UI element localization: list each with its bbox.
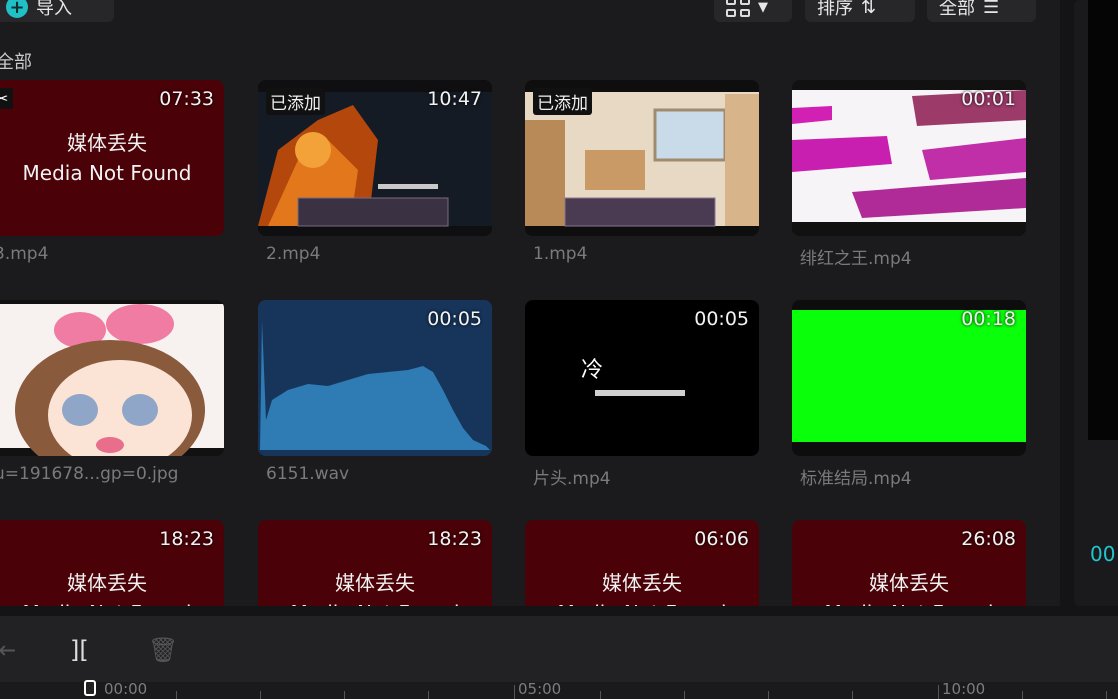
- missing-text-cn: 媒体丢失: [335, 571, 415, 595]
- ruler-label: 05:00: [518, 680, 562, 698]
- filter-label: 全部: [939, 0, 975, 19]
- media-card-missing[interactable]: 26:08 媒体丢失 Media Not Found: [792, 520, 1026, 606]
- section-title: 全部: [0, 52, 32, 73]
- playhead-handle[interactable]: [84, 680, 96, 696]
- media-card-jpg[interactable]: [0, 300, 224, 456]
- missing-text-cn: 媒体丢失: [67, 131, 147, 155]
- missing-text-cn: 媒体丢失: [869, 571, 949, 595]
- missing-text-en: Media Not Found: [22, 161, 192, 185]
- media-name: 6151.wav: [266, 464, 350, 484]
- missing-text-en: Media Not Found: [792, 598, 1026, 606]
- preview-canvas: [1088, 0, 1118, 440]
- ruler-tick: [428, 691, 429, 699]
- image-thumbnail: [0, 300, 224, 456]
- media-card-2mp4[interactable]: 已添加 10:47: [258, 80, 492, 236]
- media-card-opening[interactable]: 冷 00:05: [525, 300, 759, 456]
- missing-text-cn: 媒体丢失: [67, 571, 147, 595]
- scissors-icon: ✂: [0, 88, 14, 109]
- media-card-3mp4[interactable]: ✂ 07:33 媒体丢失 Media Not Found: [0, 80, 224, 236]
- plus-icon: +: [6, 0, 28, 18]
- duration: 06:06: [694, 528, 749, 550]
- media-name: 片头.mp4: [533, 469, 611, 489]
- ruler-tick: [176, 691, 177, 699]
- media-card-wav[interactable]: 00:05: [258, 300, 492, 456]
- import-label: 导入: [36, 0, 72, 19]
- media-name: 1.mp4: [533, 244, 588, 264]
- delete-icon[interactable]: 🗑: [148, 636, 178, 664]
- ruler-tick: [768, 691, 769, 699]
- media-card-missing[interactable]: 18:23 媒体丢失 Media Not Found: [258, 520, 492, 606]
- thumbnail-caption: [595, 390, 685, 396]
- chevron-down-icon: ▼: [758, 0, 768, 15]
- sort-icon: ⇅: [861, 0, 877, 18]
- ruler-label: 00:00: [104, 680, 148, 698]
- ruler-tick: [600, 691, 601, 699]
- ruler-tick: [1106, 691, 1107, 699]
- media-name: 3.mp4: [0, 244, 49, 264]
- undo-icon[interactable]: ⇤: [0, 636, 16, 664]
- preview-timecode: 00: [1090, 542, 1116, 566]
- missing-text-cn: 媒体丢失: [602, 571, 682, 595]
- split-icon[interactable]: ][: [70, 636, 89, 664]
- ruler-tick: [938, 685, 939, 699]
- media-name: 绯红之王.mp4: [800, 249, 912, 269]
- import-button[interactable]: + 导入: [0, 0, 114, 22]
- media-card-ending[interactable]: 00:18: [792, 300, 1026, 456]
- grid-view-icon: [726, 0, 750, 17]
- duration: 07:33: [159, 88, 214, 110]
- ruler-tick: [514, 685, 515, 699]
- ruler-tick: [344, 691, 345, 699]
- media-name: 标准结局.mp4: [800, 469, 912, 489]
- ruler-tick: [684, 691, 685, 699]
- duration: 26:08: [961, 528, 1016, 550]
- duration: 00:05: [427, 308, 482, 330]
- ruler-tick: [1022, 691, 1023, 699]
- sort-button[interactable]: 排序 ⇅: [805, 0, 915, 22]
- media-name: 2.mp4: [266, 244, 321, 264]
- timeline-toolbar: ⇤ ][ 🗑: [0, 616, 1118, 682]
- timeline-ruler[interactable]: 00:00 05:00 10:00: [0, 680, 1118, 699]
- duration: 18:23: [427, 528, 482, 550]
- ruler-tick: [852, 691, 853, 699]
- ruler-tick: [260, 691, 261, 699]
- sort-label: 排序: [817, 0, 853, 19]
- preview-panel: 00: [1074, 0, 1118, 606]
- filter-icon: ☰: [983, 0, 1000, 18]
- ruler-label: 10:00: [942, 680, 986, 698]
- media-card-missing[interactable]: 06:06 媒体丢失 Media Not Found: [525, 520, 759, 606]
- thumbnail-text: 冷: [581, 358, 604, 383]
- added-badge: 已添加: [266, 88, 325, 115]
- duration: 00:05: [694, 308, 749, 330]
- duration: 10:47: [427, 88, 482, 110]
- missing-text-en: Media Not Found: [258, 598, 492, 606]
- media-panel: + 导入 ▼ 排序 ⇅ 全部 ☰ 全部 ✂ 07:33 媒体丢失 Media N…: [0, 0, 1060, 606]
- view-mode-button[interactable]: ▼: [714, 0, 792, 22]
- media-name: u=191678...gp=0.jpg: [0, 464, 179, 484]
- added-badge: 已添加: [533, 88, 592, 115]
- missing-text-en: Media Not Found: [0, 598, 224, 606]
- duration: 18:23: [159, 528, 214, 550]
- missing-text-en: Media Not Found: [525, 598, 759, 606]
- duration: 00:01: [961, 88, 1016, 110]
- media-card-crimson[interactable]: 00:01: [792, 80, 1026, 236]
- media-card-1mp4[interactable]: 已添加: [525, 80, 759, 236]
- media-card-missing[interactable]: 18:23 媒体丢失 Media Not Found: [0, 520, 224, 606]
- filter-button[interactable]: 全部 ☰: [927, 0, 1036, 22]
- duration: 00:18: [961, 308, 1016, 330]
